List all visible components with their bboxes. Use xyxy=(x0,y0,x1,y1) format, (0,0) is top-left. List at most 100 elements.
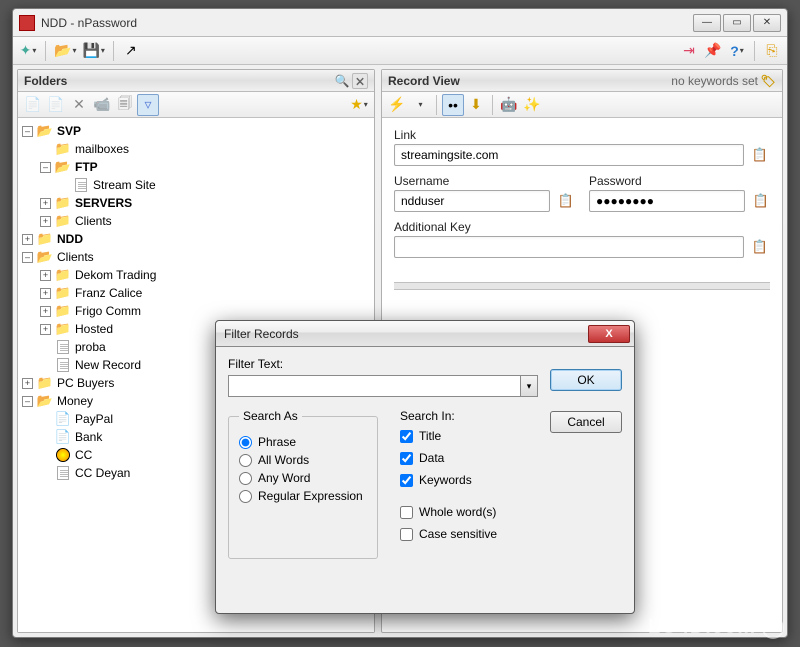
copy-addkey-button[interactable]: 📋 xyxy=(750,236,770,258)
record-divider xyxy=(394,282,770,290)
password-field: Password 📋 xyxy=(589,174,770,212)
app-icon xyxy=(19,15,35,31)
favorite-button[interactable]: ★▾ xyxy=(348,94,370,116)
toolbar-separator xyxy=(436,95,437,115)
password-label: Password xyxy=(589,174,770,188)
copy-username-button[interactable]: 📋 xyxy=(556,190,575,212)
document-icon xyxy=(75,178,87,192)
external-button[interactable]: ↗ xyxy=(120,40,142,62)
tree-node-svp[interactable]: –📂SVP xyxy=(22,122,370,140)
search-as-legend: Search As xyxy=(239,409,302,423)
keywords-status: no keywords set xyxy=(671,74,758,88)
checkbox-case-sensitive[interactable]: Case sensitive xyxy=(400,527,497,541)
additional-key-input[interactable] xyxy=(394,236,744,258)
dialog-title: Filter Records xyxy=(224,327,299,341)
collapse-icon[interactable]: ⨯ xyxy=(352,73,368,89)
pin-button[interactable]: 📌 xyxy=(702,40,724,62)
document-icon xyxy=(57,340,69,354)
download-button[interactable]: ⬇ xyxy=(465,94,487,116)
document-icon xyxy=(57,358,69,372)
robot-button[interactable]: 🤖 xyxy=(498,94,520,116)
search-in-label: Search In: xyxy=(400,409,497,423)
checkbox-keywords[interactable]: Keywords xyxy=(400,473,497,487)
new-folder-button[interactable]: 📄 xyxy=(22,94,44,116)
radio-phrase[interactable]: Phrase xyxy=(239,435,367,449)
copy-link-button[interactable]: 📋 xyxy=(750,144,770,166)
record-header: Record View no keywords set 🏷 xyxy=(382,70,782,92)
dock-button[interactable]: ⇥ xyxy=(678,40,700,62)
filter-text-combo[interactable]: ▾ xyxy=(228,375,538,397)
copy-password-button[interactable]: 📋 xyxy=(751,190,770,212)
additional-key-label: Additional Key xyxy=(394,220,770,234)
tree-node-ftp[interactable]: –📂FTP xyxy=(40,158,370,176)
checkbox-data[interactable]: Data xyxy=(400,451,497,465)
radiation-icon xyxy=(56,448,70,462)
tree-node-servers[interactable]: +📁SERVERS xyxy=(40,194,370,212)
dialog-close-button[interactable]: X xyxy=(588,325,630,343)
toolbar-separator xyxy=(45,41,46,61)
dialog-body: Filter Text: ▾ OK Cancel Search As Phras… xyxy=(216,347,634,613)
radio-any-word[interactable]: Any Word xyxy=(239,471,367,485)
toolbar-separator xyxy=(754,41,755,61)
tag-icon[interactable]: 🏷 xyxy=(760,73,776,89)
tree-node-dekom[interactable]: +📁Dekom Trading xyxy=(40,266,370,284)
exit-button[interactable]: ⎘ xyxy=(761,40,783,62)
search-icon[interactable]: 🔍 xyxy=(334,73,350,89)
close-button[interactable]: ✕ xyxy=(753,14,781,32)
new-button[interactable]: ✦▾ xyxy=(17,40,39,62)
new-note-button[interactable]: 📄 xyxy=(45,94,67,116)
link-label: Link xyxy=(394,128,770,142)
folders-toolbar: 📄 📄 ✕ 📹 🗐 ▿ ★▾ xyxy=(18,92,374,118)
tree-node-mailboxes[interactable]: 📁mailboxes xyxy=(40,140,370,158)
tree-node-frigo[interactable]: +📁Frigo Comm xyxy=(40,302,370,320)
radio-all-words[interactable]: All Words xyxy=(239,453,367,467)
checkbox-whole-words[interactable]: Whole word(s) xyxy=(400,505,497,519)
cut-button[interactable]: 📹 xyxy=(91,94,113,116)
filter-text-input[interactable] xyxy=(228,375,520,397)
combo-dropdown-button[interactable]: ▾ xyxy=(520,375,538,397)
dialog-titlebar[interactable]: Filter Records X xyxy=(216,321,634,347)
record-form: Link 📋 Username 📋 Pas xyxy=(382,118,782,290)
tree-node-clients[interactable]: +📁Clients xyxy=(40,212,370,230)
tree-node-ndd[interactable]: +📁NDD xyxy=(22,230,370,248)
record-title: Record View xyxy=(388,74,460,88)
save-button[interactable]: 💾▾ xyxy=(80,40,106,62)
filter-text-label: Filter Text: xyxy=(228,357,538,371)
username-field: Username 📋 xyxy=(394,174,575,212)
lightning-dropdown[interactable]: ▾ xyxy=(409,94,431,116)
delete-button[interactable]: ✕ xyxy=(68,94,90,116)
window-title: NDD - nPassword xyxy=(41,16,691,30)
show-password-button[interactable]: •• xyxy=(442,94,464,116)
folders-title: Folders xyxy=(24,74,67,88)
radio-regex[interactable]: Regular Expression xyxy=(239,489,367,503)
copyright-icon: C xyxy=(762,617,784,639)
copy-button[interactable]: 🗐 xyxy=(114,94,136,116)
titlebar: NDD - nPassword — ▭ ✕ xyxy=(13,9,787,37)
record-toolbar: ⚡ ▾ •• ⬇ 🤖 ✨ xyxy=(382,92,782,118)
document-icon xyxy=(57,466,69,480)
help-button[interactable]: ?▾ xyxy=(726,40,748,62)
wand-button[interactable]: ✨ xyxy=(521,94,543,116)
toolbar-separator xyxy=(492,95,493,115)
filter-button[interactable]: ▿ xyxy=(137,94,159,116)
link-input[interactable] xyxy=(394,144,744,166)
link-field: Link 📋 xyxy=(394,128,770,166)
cancel-button[interactable]: Cancel xyxy=(550,411,622,433)
username-input[interactable] xyxy=(394,190,550,212)
tree-node-franz[interactable]: +📁Franz Calice xyxy=(40,284,370,302)
additional-key-field: Additional Key 📋 xyxy=(394,220,770,258)
username-label: Username xyxy=(394,174,575,188)
tree-node-stream-site[interactable]: Stream Site xyxy=(58,176,370,194)
minimize-button[interactable]: — xyxy=(693,14,721,32)
toolbar-separator xyxy=(113,41,114,61)
tree-node-ndd-clients[interactable]: –📂Clients xyxy=(22,248,370,266)
password-input[interactable] xyxy=(589,190,745,212)
ok-button[interactable]: OK xyxy=(550,369,622,391)
open-button[interactable]: 📂▾ xyxy=(52,40,78,62)
main-toolbar: ✦▾ 📂▾ 💾▾ ↗ ⇥ 📌 ?▾ ⎘ xyxy=(13,37,787,65)
lightning-button[interactable]: ⚡ xyxy=(386,94,408,116)
folders-header: Folders 🔍 ⨯ xyxy=(18,70,374,92)
checkbox-title[interactable]: Title xyxy=(400,429,497,443)
maximize-button[interactable]: ▭ xyxy=(723,14,751,32)
filter-dialog: Filter Records X Filter Text: ▾ OK Cance… xyxy=(215,320,635,614)
